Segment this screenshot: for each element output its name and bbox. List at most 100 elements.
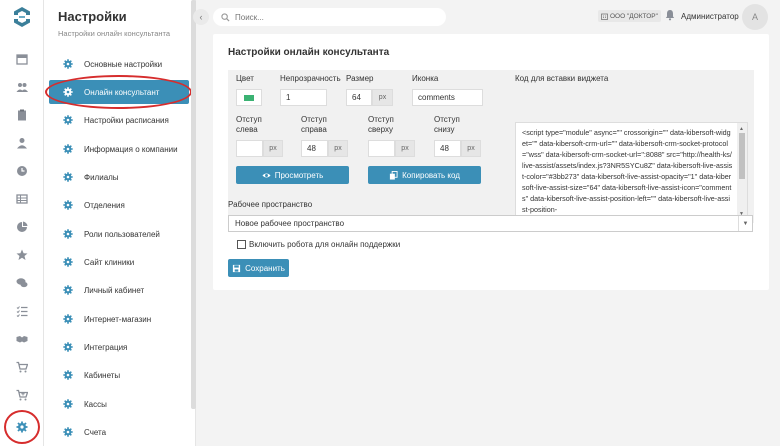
- icon-input[interactable]: comments: [412, 89, 483, 106]
- menu-item-label: Информация о компании: [84, 144, 178, 154]
- checkbox-box[interactable]: [237, 240, 246, 249]
- menu-item-integration[interactable]: Интеграция: [58, 337, 198, 357]
- menu-item-schedule-settings[interactable]: Настройки расписания: [58, 110, 198, 130]
- menu-item-main-settings[interactable]: Основные настройки: [58, 54, 198, 74]
- calendar-icon[interactable]: [12, 50, 32, 68]
- collapse-menu-button[interactable]: ‹: [193, 9, 209, 25]
- settings-menu: Настройки Настройки онлайн консультанта …: [44, 0, 196, 446]
- copy-code-button[interactable]: Копировать код: [368, 166, 481, 184]
- menu-item-cash-registers[interactable]: Кассы: [58, 394, 198, 414]
- color-label: Цвет: [236, 74, 254, 83]
- user-name[interactable]: Администратор: [681, 12, 739, 21]
- menu-item-label: Кабинеты: [84, 370, 121, 380]
- handshake-icon[interactable]: [12, 330, 32, 348]
- task-list-icon[interactable]: [12, 302, 32, 320]
- offset-left-unit: px: [263, 140, 283, 157]
- organization-badge[interactable]: ООО "ДОКТОР": [598, 10, 661, 22]
- search-bar[interactable]: [213, 8, 446, 26]
- menu-item-label: Кассы: [84, 399, 107, 409]
- bell-icon[interactable]: [664, 9, 676, 21]
- embed-code-textarea[interactable]: <script type="module" async="" crossorig…: [515, 122, 748, 218]
- gear-icon: [61, 425, 75, 439]
- users-icon[interactable]: [12, 78, 32, 96]
- icon-rail: [0, 0, 44, 446]
- eye-icon: [262, 172, 271, 178]
- gear-icon: [61, 57, 75, 71]
- offset-right-unit: px: [328, 140, 348, 157]
- menu-scrollbar[interactable]: [191, 0, 196, 409]
- save-button[interactable]: Сохранить: [228, 259, 289, 277]
- workspace-label: Рабочее пространство: [228, 200, 313, 209]
- menu-item-label: Личный кабинет: [84, 285, 145, 295]
- color-picker[interactable]: [236, 89, 262, 106]
- pie-chart-icon[interactable]: [12, 218, 32, 236]
- gear-icon: [61, 198, 75, 212]
- gear-icon: [61, 283, 75, 297]
- menu-item-label: Роли пользователей: [84, 229, 160, 239]
- menu-item-company-info[interactable]: Информация о компании: [58, 139, 198, 159]
- menu-item-label: Отделения: [84, 200, 125, 210]
- comments-icon[interactable]: [12, 274, 32, 292]
- size-input[interactable]: 64: [346, 89, 372, 106]
- online-consultant-highlight-circle: [45, 75, 192, 109]
- menu-item-accounts[interactable]: Счета: [58, 422, 198, 442]
- menu-item-label: Сайт клиники: [84, 257, 135, 267]
- offset-right-input[interactable]: 48: [301, 140, 328, 157]
- menu-item-label: Интеграция: [84, 342, 128, 352]
- opacity-label: Непрозрачность: [280, 74, 341, 83]
- offset-left-input[interactable]: [236, 140, 263, 157]
- menu-item-online-store[interactable]: Интернет-магазин: [58, 309, 198, 329]
- gear-icon: [61, 170, 75, 184]
- star-icon[interactable]: [12, 246, 32, 264]
- gear-icon: [61, 368, 75, 382]
- card-title: Настройки онлайн консультанта: [228, 47, 390, 58]
- menu-item-cabinets[interactable]: Кабинеты: [58, 365, 198, 385]
- workspace-select[interactable]: Новое рабочее пространство ▼: [228, 215, 753, 232]
- app-logo-icon[interactable]: [10, 5, 34, 29]
- offset-top-input[interactable]: [368, 140, 395, 157]
- offset-top-label: Отступ сверху: [368, 115, 394, 134]
- gear-icon: [61, 142, 75, 156]
- menu-item-label: Интернет-магазин: [84, 314, 152, 324]
- menu-item-label: Настройки расписания: [84, 115, 169, 125]
- gear-icon: [61, 397, 75, 411]
- robot-support-label: Включить робота для онлайн поддержки: [249, 240, 401, 249]
- clock-icon[interactable]: [12, 162, 32, 180]
- menu-item-label: Счета: [84, 427, 107, 437]
- user-icon[interactable]: [12, 134, 32, 152]
- cart-plus-icon[interactable]: [12, 386, 32, 404]
- save-button-label: Сохранить: [245, 263, 285, 273]
- offset-bottom-label: Отступ снизу: [434, 115, 460, 134]
- embed-code-text: <script type="module" async="" crossorig…: [522, 128, 733, 214]
- table-icon[interactable]: [12, 190, 32, 208]
- avatar[interactable]: A: [742, 4, 768, 30]
- search-input[interactable]: [235, 12, 435, 22]
- gear-icon: [61, 113, 75, 127]
- size-label: Размер: [346, 74, 374, 83]
- menu-title: Настройки: [58, 9, 127, 24]
- menu-item-branches[interactable]: Филиалы: [58, 167, 198, 187]
- offset-bottom-input[interactable]: 48: [434, 140, 461, 157]
- offset-right-label: Отступ справа: [301, 115, 327, 134]
- opacity-input[interactable]: 1: [280, 89, 327, 106]
- menu-item-personal-account[interactable]: Личный кабинет: [58, 280, 198, 300]
- menu-item-clinic-site[interactable]: Сайт клиники: [58, 252, 198, 272]
- size-unit: px: [372, 89, 393, 106]
- icon-label: Иконка: [412, 74, 439, 83]
- color-swatch: [244, 95, 254, 101]
- gear-icon: [61, 340, 75, 354]
- workspace-selected-value: Новое рабочее пространство: [235, 219, 345, 228]
- offset-top-unit: px: [395, 140, 415, 157]
- preview-button[interactable]: Просмотреть: [236, 166, 349, 184]
- online-consultant-settings-card: Настройки онлайн консультанта Цвет Непро…: [213, 34, 769, 290]
- menu-item-departments[interactable]: Отделения: [58, 195, 198, 215]
- embed-code-scrollbar[interactable]: ▲ ▼: [737, 123, 747, 217]
- cart-icon[interactable]: [12, 358, 32, 376]
- clipboard-icon[interactable]: [12, 106, 32, 124]
- scrollbar-thumb[interactable]: [739, 133, 745, 179]
- copy-code-button-label: Копировать код: [402, 170, 460, 180]
- menu-subtitle: Настройки онлайн консультанта: [58, 29, 171, 38]
- menu-item-user-roles[interactable]: Роли пользователей: [58, 224, 198, 244]
- robot-support-checkbox[interactable]: Включить робота для онлайн поддержки: [237, 240, 400, 249]
- menu-item-label: Филиалы: [84, 172, 119, 182]
